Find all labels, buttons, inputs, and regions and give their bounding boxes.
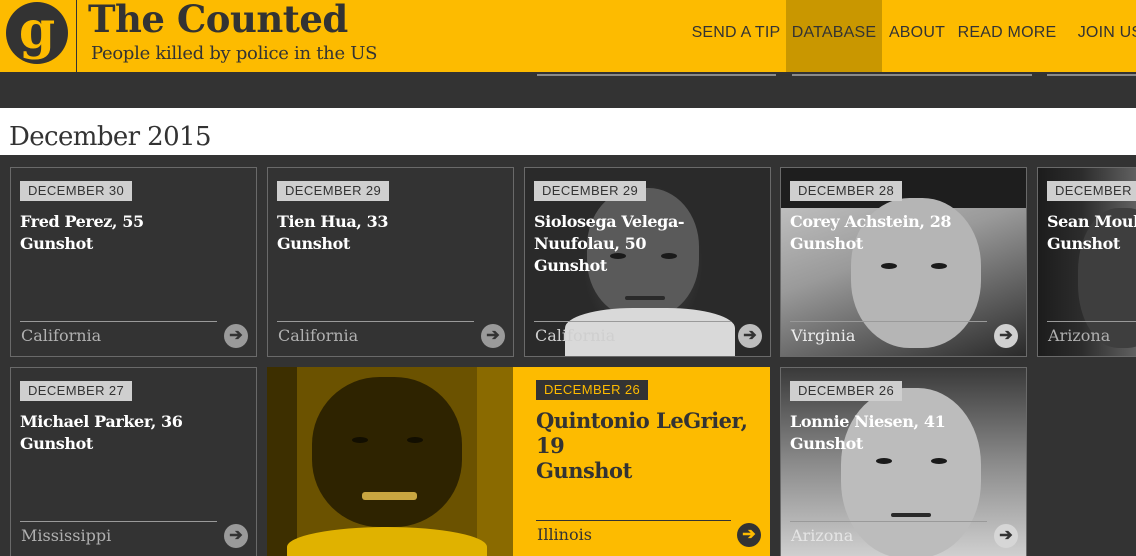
victim-name: Tien Hua, 33 <box>277 212 389 231</box>
site-subtitle: People killed by police in the US <box>91 43 378 64</box>
arrow-right-circle-icon[interactable]: ➔ <box>224 324 248 348</box>
cause-of-death: Gunshot <box>277 234 350 253</box>
victim-card[interactable]: DECEMBER 30 Fred Perez, 55 Gunshot Calif… <box>10 167 257 357</box>
date-badge: DECEMBER 29 <box>277 181 390 201</box>
card-divider <box>20 321 217 322</box>
victim-name: Quintonio LeGrier, 19 <box>536 408 748 458</box>
cause-of-death: Gunshot <box>20 234 93 253</box>
nav-send-a-tip[interactable]: SEND A TIP <box>689 0 783 72</box>
date-badge: DECEMBER 26 <box>536 380 649 400</box>
arrow-right-circle-icon[interactable]: ➔ <box>224 524 248 548</box>
month-heading: December 2015 <box>9 122 212 152</box>
arrow-right-circle-icon[interactable]: ➔ <box>994 524 1018 548</box>
victim-name: Siolosega Velega-Nuufolau, 50 <box>534 212 685 253</box>
state-label: California <box>21 326 102 345</box>
card-divider <box>790 521 987 522</box>
nav-underline <box>1047 74 1136 76</box>
eye-shape <box>352 437 368 443</box>
card-divider <box>1047 321 1136 322</box>
victim-card[interactable]: DECEMBER 26 Lonnie Niesen, 41 Gunshot Ar… <box>780 367 1027 556</box>
victim-name-block: Fred Perez, 55 Gunshot <box>20 211 248 255</box>
state-label: Arizona <box>1048 326 1111 345</box>
victim-name: Michael Parker, 36 <box>20 412 183 431</box>
eye-shape <box>876 458 892 464</box>
victim-name: Sean Moule <box>1047 212 1136 231</box>
state-label: California <box>278 326 359 345</box>
featured-victim-card[interactable]: DECEMBER 26 Quintonio LeGrier, 19 Gunsho… <box>267 367 770 556</box>
date-badge: DECEMBER 2 <box>1047 181 1136 201</box>
nav-read-more[interactable]: READ MORE <box>957 0 1057 72</box>
mouth-shape <box>891 513 931 517</box>
victim-card[interactable]: DECEMBER 27 Michael Parker, 36 Gunshot M… <box>10 367 257 556</box>
background-shape <box>267 367 297 556</box>
cause-of-death: Gunshot <box>20 434 93 453</box>
eye-shape <box>881 263 897 269</box>
card-divider <box>536 520 731 521</box>
state-label: Virginia <box>791 326 856 345</box>
victim-name-block: Michael Parker, 36 Gunshot <box>20 411 248 455</box>
shirt-shape <box>287 527 487 556</box>
victim-card[interactable]: DECEMBER 28 Corey Achstein, 28 Gunshot V… <box>780 167 1027 357</box>
victim-name: Fred Perez, 55 <box>20 212 144 231</box>
date-badge: DECEMBER 29 <box>534 181 647 201</box>
victim-card[interactable]: DECEMBER 2 Sean Moule Gunshot Arizona <box>1037 167 1136 357</box>
guardian-logo[interactable]: g <box>0 0 77 72</box>
arrow-right-circle-icon[interactable]: ➔ <box>994 324 1018 348</box>
eye-shape <box>931 263 947 269</box>
month-heading-bar: December 2015 <box>0 108 1136 155</box>
logo-letter: g <box>18 0 56 61</box>
arrow-right-circle-icon[interactable]: ➔ <box>738 324 762 348</box>
state-label: Mississippi <box>21 526 112 545</box>
face-shape <box>312 377 462 527</box>
nav-underline <box>792 74 1032 76</box>
card-divider <box>20 521 217 522</box>
state-label: California <box>535 326 616 345</box>
card-divider <box>790 321 987 322</box>
card-divider <box>277 321 474 322</box>
nav-database[interactable]: DATABASE <box>786 0 882 72</box>
date-badge: DECEMBER 28 <box>790 181 903 201</box>
cause-of-death: Gunshot <box>534 256 607 275</box>
nav-about[interactable]: ABOUT <box>886 0 948 72</box>
state-label: Illinois <box>537 525 592 544</box>
site-header: g The Counted People killed by police in… <box>0 0 1136 72</box>
header-band <box>0 72 1136 108</box>
eye-shape <box>407 437 423 443</box>
nav-join-us[interactable]: JOIN US <box>1074 0 1136 72</box>
cause-of-death: Gunshot <box>536 458 632 483</box>
victim-name-block: Sean Moule Gunshot <box>1047 211 1136 255</box>
card-divider <box>534 321 731 322</box>
mouth-shape <box>362 492 417 500</box>
site-title[interactable]: The Counted <box>88 0 348 41</box>
background-shape <box>477 367 513 556</box>
cause-of-death: Gunshot <box>790 234 863 253</box>
victim-name-block: Quintonio LeGrier, 19 Gunshot <box>536 408 761 483</box>
victim-card[interactable]: DECEMBER 29 Siolosega Velega-Nuufolau, 5… <box>524 167 771 357</box>
eye-shape <box>931 458 947 464</box>
date-badge: DECEMBER 26 <box>790 381 903 401</box>
victim-name-block: Siolosega Velega-Nuufolau, 50 Gunshot <box>534 211 762 277</box>
victim-card[interactable]: DECEMBER 29 Tien Hua, 33 Gunshot Califor… <box>267 167 514 357</box>
arrow-right-circle-icon[interactable]: ➔ <box>481 324 505 348</box>
date-badge: DECEMBER 30 <box>20 181 133 201</box>
victim-photo <box>267 367 513 556</box>
victim-name-block: Corey Achstein, 28 Gunshot <box>790 211 1018 255</box>
date-badge: DECEMBER 27 <box>20 381 133 401</box>
victim-name-block: Lonnie Niesen, 41 Gunshot <box>790 411 1018 455</box>
victim-name-block: Tien Hua, 33 Gunshot <box>277 211 505 255</box>
logo-circle: g <box>6 2 68 64</box>
arrow-right-circle-icon[interactable]: ➔ <box>737 523 761 547</box>
state-label: Arizona <box>791 526 854 545</box>
cause-of-death: Gunshot <box>790 434 863 453</box>
mouth-shape <box>625 296 665 300</box>
nav-underline <box>537 74 776 76</box>
victim-name: Corey Achstein, 28 <box>790 212 952 231</box>
victim-name: Lonnie Niesen, 41 <box>790 412 946 431</box>
cause-of-death: Gunshot <box>1047 234 1120 253</box>
